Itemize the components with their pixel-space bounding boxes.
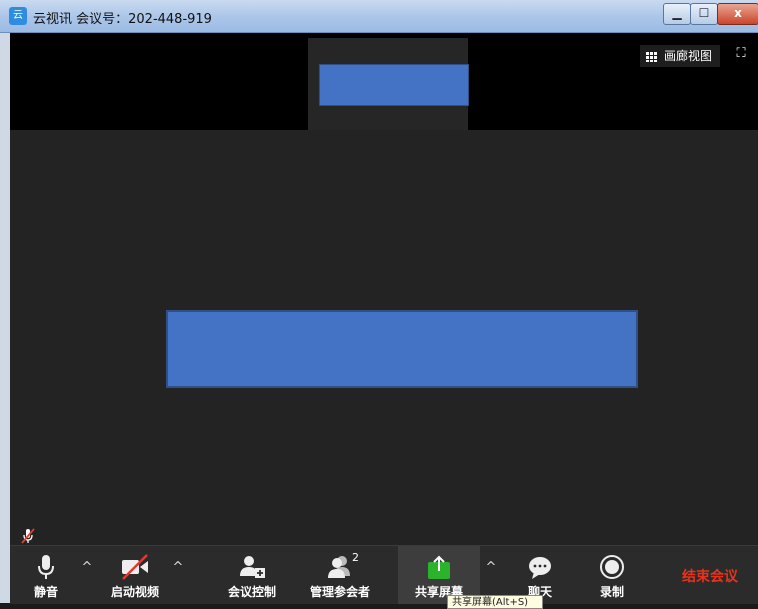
meeting-control-label: 会议控制 (227, 585, 276, 599)
manage-participants-button[interactable]: 2 管理参会者 (304, 546, 376, 604)
participants-icon (328, 556, 350, 578)
title-bar: 云 云视讯 会议号：202-448-919 ▁ ☐ x (0, 0, 758, 33)
start-video-button[interactable]: 启动视频 (104, 546, 166, 604)
record-icon (600, 555, 624, 579)
participant-count-badge: 2 (352, 551, 359, 564)
gallery-view-label: 画廊视图 (664, 49, 713, 63)
main-video-placeholder (166, 310, 638, 388)
muted-mic-icon (21, 528, 35, 544)
gallery-view-button[interactable]: 画廊视图 (640, 45, 720, 67)
mute-label: 静音 (33, 585, 58, 599)
share-screen-tooltip: 共享屏幕(Alt+S) (447, 595, 543, 609)
start-video-label: 启动视频 (110, 585, 159, 599)
video-off-icon (122, 554, 148, 580)
thumbnail-video-placeholder (319, 64, 469, 106)
close-button[interactable]: x (717, 3, 758, 25)
end-meeting-button[interactable]: 结束会议 (682, 566, 738, 586)
participant-thumbnail[interactable] (308, 38, 469, 130)
app-icon: 云 (9, 7, 27, 25)
window-frame-left (0, 33, 10, 603)
chat-icon (529, 557, 551, 579)
meeting-toolbar: 静音 ^ 启动视频 ^ 会议控制 2 管理参会者 共享屏幕 ^ 聊天 录制 结束… (10, 545, 758, 604)
meeting-control-button[interactable]: 会议控制 (220, 546, 284, 604)
maximize-button[interactable]: ☐ (690, 3, 718, 25)
record-button[interactable]: 录制 (590, 546, 634, 604)
manage-participants-label: 管理参会者 (309, 585, 370, 599)
window-title: 云视讯 会议号：202-448-919 (33, 12, 212, 27)
main-video-area (10, 130, 758, 545)
mute-button[interactable]: 静音 (24, 546, 68, 604)
video-options-chevron-icon[interactable]: ^ (171, 560, 185, 575)
grid-icon (646, 51, 658, 62)
share-screen-icon (428, 555, 450, 579)
microphone-icon (38, 555, 54, 579)
record-label: 录制 (599, 585, 624, 599)
host-control-icon (240, 556, 265, 578)
fullscreen-icon[interactable]: ⛶ (732, 45, 750, 63)
gallery-strip: 画廊视图 ⛶ (10, 33, 758, 130)
audio-options-chevron-icon[interactable]: ^ (80, 560, 94, 575)
share-options-chevron-icon[interactable]: ^ (484, 560, 498, 575)
minimize-button[interactable]: ▁ (663, 3, 691, 25)
